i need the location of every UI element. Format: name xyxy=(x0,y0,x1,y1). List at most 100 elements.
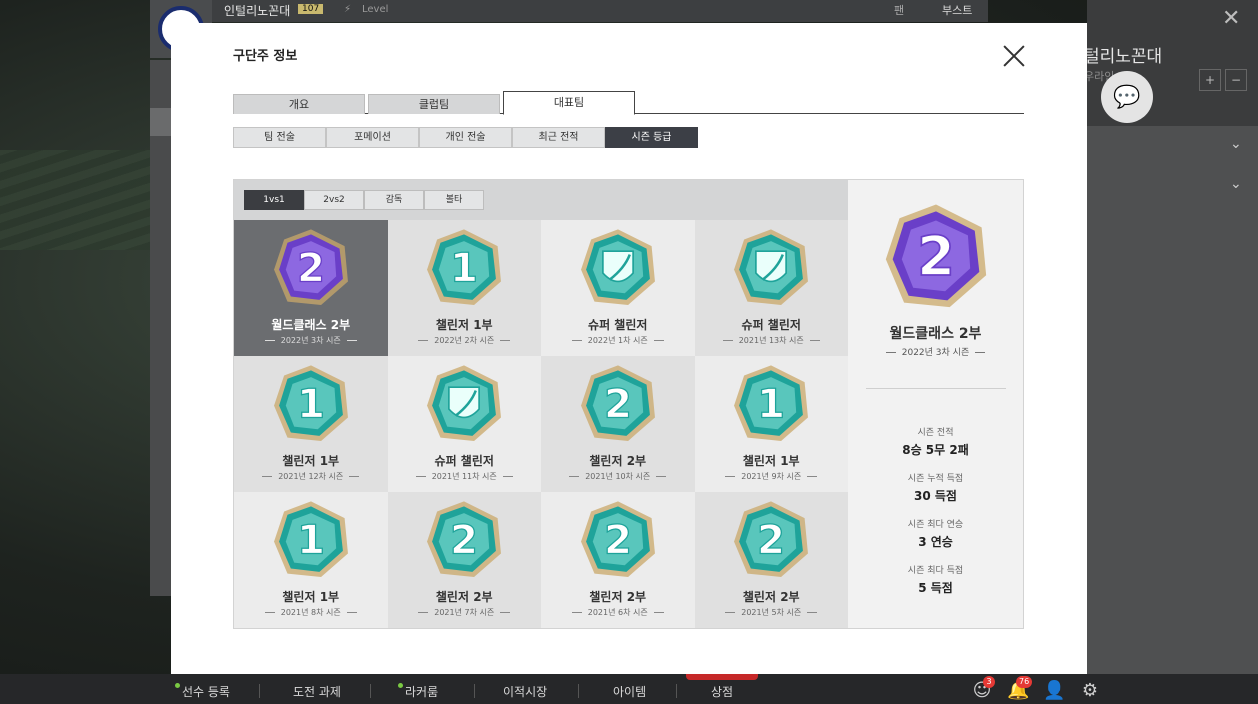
profile-icon[interactable]: 👤 xyxy=(1043,680,1065,702)
division-rank: 챌린저 1부 xyxy=(742,454,800,468)
challenger-badge-icon: 1 xyxy=(427,229,502,305)
nav-item-transfer-market[interactable]: 이적시장 xyxy=(503,683,547,700)
close-icon[interactable] xyxy=(1001,43,1027,69)
division-cell[interactable]: 1 챌린저 1부 2021년 12차 시즌 xyxy=(234,356,388,492)
owner-info-modal: 구단주 정보 개요 클럽팀 대표팀 팀 전술 포메이션 개인 전술 최근 전적 … xyxy=(171,23,1087,674)
remove-friend-icon[interactable]: − xyxy=(1225,69,1247,91)
division-cell[interactable]: 2 챌린저 2부 2021년 6차 시즌 xyxy=(541,492,695,628)
nav-separator xyxy=(676,684,677,698)
subtab-individual-tactics[interactable]: 개인 전술 xyxy=(419,127,512,148)
stat-value-record: 8승 5무 2패 xyxy=(902,443,969,457)
subtab-formation[interactable]: 포메이션 xyxy=(326,127,419,148)
background-left-panel xyxy=(150,60,171,596)
nav-new-dot xyxy=(175,683,180,688)
challenger-badge-icon: 2 xyxy=(580,365,655,441)
division-rank: 월드클래스 2부 xyxy=(271,318,351,332)
background-ovr-badge: 107 xyxy=(298,4,324,14)
svg-text:2: 2 xyxy=(604,380,632,427)
division-cell[interactable]: 1 챌린저 1부 2021년 8차 시즌 xyxy=(234,492,388,628)
division-cell[interactable]: 슈퍼 챌린저 2022년 1차 시즌 xyxy=(541,220,695,356)
division-rank: 슈퍼 챌린저 xyxy=(434,454,494,468)
svg-text:1: 1 xyxy=(297,516,325,563)
stat-label-total-goals: 시즌 누적 득점 xyxy=(907,474,964,484)
tab-national-team[interactable]: 대표팀 xyxy=(503,91,635,115)
division-rank: 챌린저 2부 xyxy=(589,590,647,604)
background-close-icon[interactable]: ✕ xyxy=(1222,6,1240,31)
challenger-badge-icon: 2 xyxy=(734,501,809,577)
background-level-label: Level xyxy=(362,4,389,15)
svg-text:1: 1 xyxy=(297,380,325,427)
svg-text:2: 2 xyxy=(757,516,785,563)
nav-item-shop[interactable]: 상점 xyxy=(711,683,733,700)
world-class-badge-icon: 2 xyxy=(885,204,987,308)
division-history-panel: 1vs1 2vs2 감독 볼타 2 월드클래스 2부 2022년 3차 시즌 1 챌린저… xyxy=(233,179,1024,629)
division-cell[interactable]: 2 챌린저 2부 2021년 10차 시즌 xyxy=(541,356,695,492)
background-right-band xyxy=(1087,126,1258,674)
background-fan-label: 팬 xyxy=(894,4,905,17)
division-season: 2021년 6차 시즌 xyxy=(541,607,695,618)
tab-overview[interactable]: 개요 xyxy=(233,94,365,114)
nav-separator xyxy=(370,684,371,698)
division-cell[interactable]: 2 월드클래스 2부 2022년 3차 시즌 xyxy=(234,220,388,356)
nav-item-challenges[interactable]: 도전 과제 xyxy=(293,683,341,700)
stat-value-total-goals: 30 득점 xyxy=(914,489,957,503)
division-cell[interactable]: 슈퍼 챌린저 2021년 11차 시즌 xyxy=(387,356,541,492)
mode-tab-bar: 1vs1 2vs2 감독 볼타 xyxy=(234,180,848,220)
division-cell[interactable]: 2 챌린저 2부 2021년 5차 시즌 xyxy=(694,492,848,628)
super-challenger-badge-icon xyxy=(427,365,502,441)
mode-tab-2vs2[interactable]: 2vs2 xyxy=(304,190,364,210)
detail-divider xyxy=(866,388,1006,389)
division-season: 2021년 9차 시즌 xyxy=(695,471,849,482)
challenger-badge-icon: 1 xyxy=(734,365,809,441)
stat-label-record: 시즌 전적 xyxy=(917,428,954,438)
challenger-badge-icon: 1 xyxy=(273,365,348,441)
add-friend-icon[interactable]: + xyxy=(1199,69,1221,91)
division-season: 2021년 13차 시즌 xyxy=(695,335,849,346)
challenger-badge-icon: 2 xyxy=(427,501,502,577)
stat-value-win-streak: 3 연승 xyxy=(918,535,953,549)
division-rank: 챌린저 1부 xyxy=(282,590,340,604)
division-season: 2021년 8차 시즌 xyxy=(234,607,388,618)
tab-club-team[interactable]: 클럽팀 xyxy=(368,94,500,114)
nav-item-player-register[interactable]: 선수 등록 xyxy=(182,683,230,700)
chat-bubble-icon[interactable]: 💬 xyxy=(1101,71,1153,123)
level-icon: ⚡ xyxy=(344,4,352,15)
stat-label-win-streak: 시즌 최다 연승 xyxy=(907,520,964,530)
notification-count-badge: 76 xyxy=(1016,676,1033,688)
mode-tab-1vs1[interactable]: 1vs1 xyxy=(244,190,304,210)
division-cell[interactable]: 1 챌린저 1부 2021년 9차 시즌 xyxy=(694,356,849,492)
division-rank: 슈퍼 챌린저 xyxy=(588,318,648,332)
division-season: 2022년 1차 시즌 xyxy=(541,335,695,346)
division-cell[interactable]: 슈퍼 챌린저 2021년 13차 시즌 xyxy=(694,220,849,356)
nav-separator xyxy=(259,684,260,698)
chevron-down-icon[interactable]: ⌄ xyxy=(1230,136,1242,152)
division-rank: 챌린저 2부 xyxy=(589,454,647,468)
modal-title: 구단주 정보 xyxy=(233,49,298,64)
division-rank: 챌린저 2부 xyxy=(435,590,493,604)
svg-text:2: 2 xyxy=(604,516,632,563)
chevron-down-icon[interactable]: ⌄ xyxy=(1230,176,1242,192)
subtab-recent-record[interactable]: 최근 전적 xyxy=(512,127,605,148)
division-season: 2021년 10차 시즌 xyxy=(541,471,695,482)
division-season: 2021년 12차 시즌 xyxy=(234,471,388,482)
challenger-badge-icon: 1 xyxy=(273,501,348,577)
mode-tab-volta[interactable]: 볼타 xyxy=(424,190,484,210)
background-left-panel-row xyxy=(150,108,171,136)
mode-tab-manager[interactable]: 감독 xyxy=(364,190,424,210)
nav-item-items[interactable]: 아이템 xyxy=(613,683,646,700)
division-season: 2022년 2차 시즌 xyxy=(388,335,542,346)
background-team-name: 인털리노꼰대 xyxy=(224,4,291,18)
svg-text:1: 1 xyxy=(757,380,785,427)
background-ad-boards xyxy=(0,150,150,250)
division-cell[interactable]: 1 챌린저 1부 2022년 2차 시즌 xyxy=(387,220,542,356)
super-challenger-badge-icon xyxy=(734,229,809,305)
svg-text:2: 2 xyxy=(917,224,955,288)
bottom-nav: 선수 등록 도전 과제 라커룸 이적시장 아이템 상점 xyxy=(0,674,1258,704)
nav-item-locker-room[interactable]: 라커룸 xyxy=(405,683,438,700)
subtab-season-division[interactable]: 시즌 등급 xyxy=(605,127,698,148)
division-cell[interactable]: 2 챌린저 2부 2021년 7차 시즌 xyxy=(387,492,541,628)
subtab-team-tactics[interactable]: 팀 전술 xyxy=(233,127,326,148)
main-tabs: 개요 클럽팀 대표팀 xyxy=(233,91,1024,115)
division-detail: 2 월드클래스 2부 2022년 3차 시즌 시즌 전적 8승 5무 2패 시즌… xyxy=(848,180,1023,628)
gear-icon[interactable]: ⚙ xyxy=(1079,680,1101,702)
